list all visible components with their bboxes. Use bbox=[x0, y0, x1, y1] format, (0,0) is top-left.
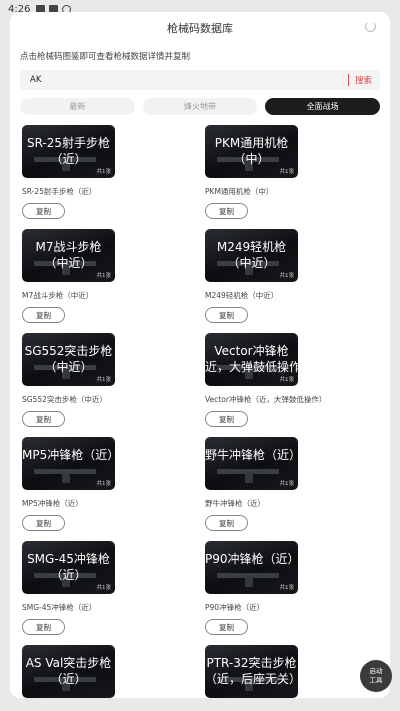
image-count: 共1张 bbox=[96, 585, 112, 591]
gun-card[interactable]: Vector冲锋枪 近，大弹鼓低操作共1张 Vector冲锋枪（近，大弹鼓低操作） 复… bbox=[205, 333, 355, 433]
image-count: 共1张 bbox=[279, 377, 295, 383]
gun-card[interactable]: M249轻机枪 （中近） 共1张 M249轻机枪（中近） 复制 bbox=[205, 229, 355, 329]
thumbnail-subtitle: 近，大弹鼓低操作 bbox=[205, 360, 298, 374]
gun-card[interactable]: PKM通用机枪 （中） 共1张 PKM通用机枪（中） 复制 bbox=[205, 125, 355, 225]
search-button[interactable]: 搜索 bbox=[355, 74, 372, 86]
thumbnail-title: PKM通用机枪 bbox=[214, 136, 289, 150]
thumbnail-title: MP5冲锋枪（近） bbox=[22, 448, 115, 462]
copy-button[interactable]: 复制 bbox=[205, 411, 248, 427]
gun-grip-icon bbox=[245, 473, 253, 483]
tab-full-battlefield[interactable]: 全面战场 bbox=[265, 98, 381, 115]
image-count: 共1张 bbox=[279, 585, 295, 591]
thumbnail-subtitle: （中近） bbox=[227, 256, 276, 270]
thumbnail-subtitle: （中近） bbox=[44, 360, 93, 374]
thumbnail-subtitle: （中近） bbox=[44, 256, 93, 270]
thumbnail-title: P90冲锋枪（近） bbox=[205, 552, 298, 566]
tab-latest[interactable]: 最新 bbox=[20, 98, 135, 115]
copy-button[interactable]: 复制 bbox=[205, 203, 248, 219]
gun-thumbnail[interactable]: Vector冲锋枪 近，大弹鼓低操作共1张 bbox=[205, 333, 298, 386]
thumbnail-subtitle: （近） bbox=[50, 152, 87, 166]
gun-grip-icon bbox=[245, 577, 253, 587]
gun-card[interactable]: P90冲锋枪（近） 共1张 P90冲锋枪（近） 复制 bbox=[205, 541, 355, 641]
gun-thumbnail[interactable]: PTR-32突击步枪 （近，后座无关） bbox=[205, 645, 298, 698]
main-panel: 枪械码数据库 点击枪械码图鉴即可查看枪械数据详情并复制 搜索 最新 烽火地带 全… bbox=[10, 12, 390, 698]
image-count: 共1张 bbox=[279, 169, 295, 175]
page-title: 枪械码数据库 bbox=[167, 22, 233, 35]
copy-button[interactable]: 复制 bbox=[205, 307, 248, 323]
gun-thumbnail[interactable]: 野牛冲锋枪（近） 共1张 bbox=[205, 437, 298, 490]
gun-thumbnail[interactable]: M249轻机枪 （中近） 共1张 bbox=[205, 229, 298, 282]
image-count: 共1张 bbox=[96, 481, 112, 487]
refresh-icon[interactable] bbox=[365, 21, 376, 32]
gun-card[interactable]: AS Val突击步枪 （近） bbox=[22, 645, 172, 698]
gun-card[interactable]: M7战斗步枪 （中近） 共1张 M7战斗步枪（中近） 复制 bbox=[22, 229, 172, 329]
launch-tool-button[interactable]: 启动 工具 bbox=[360, 660, 392, 692]
thumbnail-title: SR-25射手步枪 bbox=[26, 136, 111, 150]
image-count: 共1张 bbox=[96, 169, 112, 175]
gun-caption: P90冲锋枪（近） bbox=[205, 603, 265, 612]
gun-thumbnail[interactable]: SMG-45冲锋枪 （近） 共1张 bbox=[22, 541, 115, 594]
gun-caption: SMG-45冲锋枪（近） bbox=[22, 603, 97, 612]
tab-bar: 最新 烽火地带 全面战场 bbox=[20, 98, 381, 115]
search-divider bbox=[347, 74, 349, 86]
gun-card[interactable]: SMG-45冲锋枪 （近） 共1张 SMG-45冲锋枪（近） 复制 bbox=[22, 541, 172, 641]
gun-card[interactable]: MP5冲锋枪（近） 共1张 MP5冲锋枪（近） 复制 bbox=[22, 437, 172, 537]
fab-label-line1: 启动 bbox=[369, 667, 383, 675]
thumbnail-title: 野牛冲锋枪（近） bbox=[205, 448, 298, 462]
gun-caption: 野牛冲锋枪（近） bbox=[205, 499, 265, 508]
search-bar: 搜索 bbox=[20, 70, 380, 90]
gun-grip-icon bbox=[62, 473, 70, 483]
thumbnail-title: SG552突击步枪 bbox=[24, 344, 113, 358]
image-count: 共1张 bbox=[279, 481, 295, 487]
search-input[interactable] bbox=[20, 75, 348, 85]
thumbnail-title: SMG-45冲锋枪 bbox=[27, 552, 110, 566]
copy-button[interactable]: 复制 bbox=[22, 619, 65, 635]
gun-thumbnail[interactable]: P90冲锋枪（近） 共1张 bbox=[205, 541, 298, 594]
copy-button[interactable]: 复制 bbox=[22, 515, 65, 531]
gun-card[interactable]: SG552突击步枪 （中近） 共1张 SG552突击步枪（中近） 复制 bbox=[22, 333, 172, 433]
thumbnail-title: PTR-32突击步枪 bbox=[206, 656, 297, 670]
gun-thumbnail[interactable]: SR-25射手步枪 （近） 共1张 bbox=[22, 125, 115, 178]
gun-caption: SG552突击步枪（中近） bbox=[22, 395, 107, 404]
header: 枪械码数据库 bbox=[10, 12, 390, 42]
copy-button[interactable]: 复制 bbox=[22, 307, 65, 323]
copy-button[interactable]: 复制 bbox=[205, 619, 248, 635]
image-count: 共1张 bbox=[96, 377, 112, 383]
thumbnail-title: M7战斗步枪 bbox=[35, 240, 102, 254]
gun-card[interactable]: 野牛冲锋枪（近） 共1张 野牛冲锋枪（近） 复制 bbox=[205, 437, 355, 537]
gun-caption: MP5冲锋枪（近） bbox=[22, 499, 83, 508]
thumbnail-subtitle: （近） bbox=[50, 568, 87, 582]
gun-card[interactable]: PTR-32突击步枪 （近，后座无关） bbox=[205, 645, 355, 698]
fab-label-line2: 工具 bbox=[369, 676, 383, 684]
hint-text: 点击枪械码图鉴即可查看枪械数据详情并复制 bbox=[20, 52, 191, 62]
tab-fenghuo[interactable]: 烽火地带 bbox=[142, 98, 258, 115]
gun-caption: SR-25射手步枪（近） bbox=[22, 187, 97, 196]
copy-button[interactable]: 复制 bbox=[22, 411, 65, 427]
gun-caption: M249轻机枪（中近） bbox=[205, 291, 279, 300]
thumbnail-title: M249轻机枪 bbox=[216, 240, 287, 254]
gun-caption: Vector冲锋枪（近，大弹鼓低操作） bbox=[205, 395, 327, 404]
gun-card[interactable]: SR-25射手步枪 （近） 共1张 SR-25射手步枪（近） 复制 bbox=[22, 125, 172, 225]
gun-caption: M7战斗步枪（中近） bbox=[22, 291, 94, 300]
copy-button[interactable]: 复制 bbox=[22, 203, 65, 219]
copy-button[interactable]: 复制 bbox=[205, 515, 248, 531]
gun-caption: PKM通用机枪（中） bbox=[205, 187, 274, 196]
gun-thumbnail[interactable]: PKM通用机枪 （中） 共1张 bbox=[205, 125, 298, 178]
thumbnail-title: Vector冲锋枪 bbox=[214, 344, 289, 358]
image-count: 共1张 bbox=[96, 273, 112, 279]
thumbnail-subtitle: （近） bbox=[50, 672, 87, 686]
image-count: 共1张 bbox=[279, 273, 295, 279]
thumbnail-title: AS Val突击步枪 bbox=[25, 656, 112, 670]
gun-thumbnail[interactable]: AS Val突击步枪 （近） bbox=[22, 645, 115, 698]
gun-thumbnail[interactable]: SG552突击步枪 （中近） 共1张 bbox=[22, 333, 115, 386]
gun-thumbnail[interactable]: MP5冲锋枪（近） 共1张 bbox=[22, 437, 115, 490]
gun-thumbnail[interactable]: M7战斗步枪 （中近） 共1张 bbox=[22, 229, 115, 282]
thumbnail-subtitle: （近，后座无关） bbox=[205, 672, 298, 686]
thumbnail-subtitle: （中） bbox=[233, 152, 270, 166]
